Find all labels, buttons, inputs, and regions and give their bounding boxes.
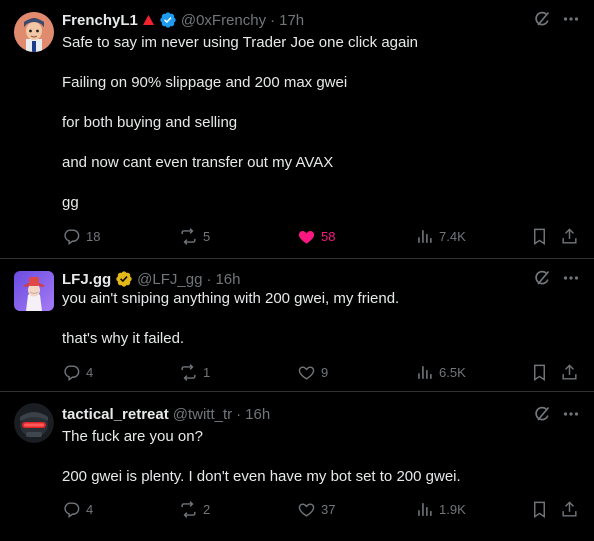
- grok-icon[interactable]: [532, 404, 552, 424]
- tweet[interactable]: LFJ.gg @LFJ_gg · 16h you ain't sniping a…: [0, 259, 594, 392]
- author-name[interactable]: FrenchyL1: [62, 12, 138, 29]
- bookmark-icon: [530, 500, 549, 519]
- bookmark-icon: [530, 363, 549, 382]
- reply-thread: FrenchyL1 @0xFrenchy · 17h Safe to say i…: [0, 0, 594, 541]
- timestamp[interactable]: 16h: [215, 271, 240, 288]
- share-icon: [560, 227, 579, 246]
- tweet-header: FrenchyL1 @0xFrenchy · 17h: [62, 10, 524, 30]
- repost-icon: [179, 363, 198, 382]
- repost-button[interactable]: 2: [179, 499, 210, 519]
- share-button[interactable]: [560, 362, 579, 382]
- repost-icon: [179, 227, 198, 246]
- tweet-header: LFJ.gg @LFJ_gg · 16h: [62, 269, 524, 289]
- share-icon: [560, 363, 579, 382]
- like-icon: [297, 363, 316, 382]
- like-icon: [297, 500, 316, 519]
- tweet[interactable]: tactical_retreat @twitt_tr · 16h The fuc…: [0, 392, 594, 541]
- author-handle[interactable]: @0xFrenchy: [181, 12, 266, 29]
- separator-dot: ·: [270, 11, 276, 29]
- tweet-paragraph: gg: [62, 194, 79, 211]
- timestamp[interactable]: 17h: [279, 12, 304, 29]
- more-icon[interactable]: [562, 405, 580, 423]
- views-button[interactable]: 6.5K: [415, 362, 466, 382]
- reply-count: 18: [86, 228, 101, 244]
- timestamp[interactable]: 16h: [245, 406, 270, 423]
- tweet-text: The fuck are you on? 200 gwei is plenty.…: [62, 427, 564, 487]
- like-button[interactable]: 58: [297, 226, 335, 246]
- like-count: 9: [321, 364, 329, 380]
- tweet[interactable]: FrenchyL1 @0xFrenchy · 17h Safe to say i…: [0, 0, 594, 259]
- more-icon[interactable]: [562, 10, 580, 28]
- tweet-paragraph: 200 gwei is plenty. I don't even have my…: [62, 468, 461, 485]
- views-icon: [415, 500, 434, 519]
- more-icon[interactable]: [562, 269, 580, 287]
- tweet-paragraph: The fuck are you on?: [62, 428, 203, 445]
- tweet-actions: 4 2 37 1.9K: [62, 499, 580, 519]
- like-count: 37: [321, 501, 336, 517]
- avatar[interactable]: [14, 403, 54, 443]
- author-name[interactable]: tactical_retreat: [62, 406, 169, 423]
- tweet-paragraph: you ain't sniping anything with 200 gwei…: [62, 290, 400, 307]
- tweet-paragraph: Failing on 90% slippage and 200 max gwei: [62, 74, 348, 91]
- author-handle[interactable]: @LFJ_gg: [137, 271, 202, 288]
- reply-count: 4: [86, 364, 94, 380]
- views-icon: [415, 227, 434, 246]
- tweet-top-actions: [532, 268, 580, 288]
- reply-count: 4: [86, 501, 94, 517]
- author-handle[interactable]: @twitt_tr: [173, 406, 232, 423]
- reply-button[interactable]: 18: [62, 226, 100, 246]
- views-icon: [415, 363, 434, 382]
- repost-button[interactable]: 1: [179, 362, 210, 382]
- views-count: 7.4K: [439, 228, 466, 244]
- like-button[interactable]: 9: [297, 362, 328, 382]
- repost-count: 1: [203, 364, 211, 380]
- like-count: 58: [321, 228, 336, 244]
- tweet-paragraph: Safe to say im never using Trader Joe on…: [62, 34, 419, 51]
- author-name[interactable]: LFJ.gg: [62, 271, 111, 288]
- tweet-text: Safe to say im never using Trader Joe on…: [62, 33, 564, 213]
- grok-icon[interactable]: [532, 268, 552, 288]
- reply-icon: [62, 227, 81, 246]
- like-button[interactable]: 37: [297, 499, 335, 519]
- share-button[interactable]: [560, 226, 579, 246]
- repost-button[interactable]: 5: [179, 226, 210, 246]
- repost-count: 5: [203, 228, 211, 244]
- share-icon: [560, 500, 579, 519]
- views-button[interactable]: 7.4K: [415, 226, 466, 246]
- tweet-paragraph: for both buying and selling: [62, 114, 238, 131]
- repost-count: 2: [203, 501, 211, 517]
- reply-button[interactable]: 4: [62, 362, 93, 382]
- bookmark-button[interactable]: [530, 226, 549, 246]
- avatar[interactable]: [14, 12, 54, 52]
- bookmark-button[interactable]: [530, 499, 549, 519]
- verified-badge-icon[interactable]: [159, 11, 177, 29]
- tweet-text: you ain't sniping anything with 200 gwei…: [62, 289, 564, 349]
- reply-icon: [62, 500, 81, 519]
- views-count: 1.9K: [439, 501, 466, 517]
- bookmark-icon: [530, 227, 549, 246]
- separator-dot: ·: [236, 405, 242, 423]
- verified-gold-badge-icon[interactable]: [115, 270, 133, 288]
- red-triangle-icon: [142, 14, 155, 26]
- tweet-paragraph: that's why it failed.: [62, 330, 185, 347]
- reply-button[interactable]: 4: [62, 499, 93, 519]
- avatar[interactable]: [14, 271, 54, 311]
- tweet-top-actions: [532, 404, 580, 424]
- tweet-paragraph: and now cant even transfer out my AVAX: [62, 154, 334, 171]
- grok-icon[interactable]: [532, 9, 552, 29]
- tweet-actions: 18 5 58 7.4K: [62, 226, 580, 246]
- tweet-actions: 4 1 9 6.5K: [62, 362, 580, 382]
- tweet-top-actions: [532, 9, 580, 29]
- like-icon: [297, 227, 316, 246]
- separator-dot: ·: [206, 270, 212, 288]
- reply-icon: [62, 363, 81, 382]
- views-count: 6.5K: [439, 364, 466, 380]
- repost-icon: [179, 500, 198, 519]
- tweet-header: tactical_retreat @twitt_tr · 16h: [62, 404, 524, 424]
- share-button[interactable]: [560, 499, 579, 519]
- views-button[interactable]: 1.9K: [415, 499, 466, 519]
- bookmark-button[interactable]: [530, 362, 549, 382]
